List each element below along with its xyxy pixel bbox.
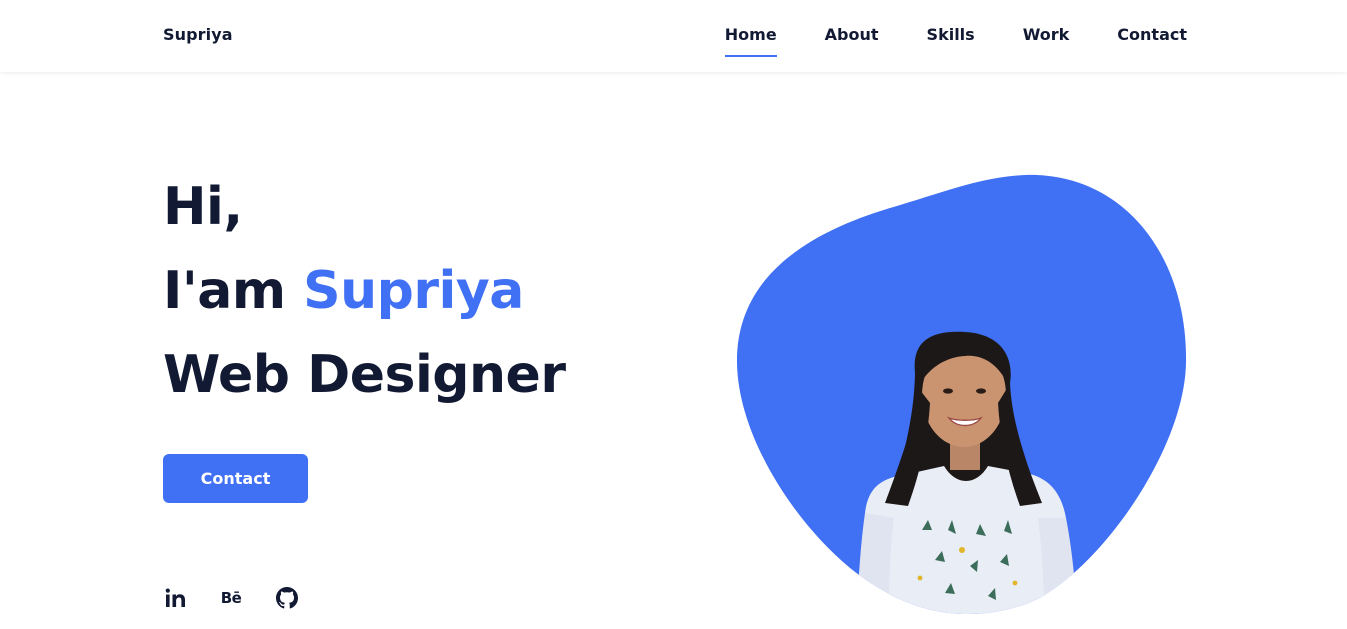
hero-intro: I'am bbox=[163, 261, 304, 321]
nav-link-home[interactable]: Home bbox=[724, 0, 777, 72]
nav-link-contact[interactable]: Contact bbox=[1117, 0, 1187, 72]
social-links: Bē bbox=[163, 586, 331, 610]
github-link[interactable] bbox=[275, 586, 299, 610]
contact-button[interactable]: Contact bbox=[163, 454, 308, 503]
hero-title: Hi, I'am Supriya Web Designer bbox=[163, 165, 566, 417]
site-logo[interactable]: Supriya bbox=[163, 25, 233, 44]
hero-name: Supriya bbox=[303, 261, 524, 321]
linkedin-icon bbox=[165, 588, 185, 607]
site-header: Supriya Home About Skills Work Contact bbox=[0, 0, 1347, 72]
nav-link-about[interactable]: About bbox=[825, 0, 879, 72]
behance-link[interactable]: Bē bbox=[219, 586, 243, 610]
hero-role: Web Designer bbox=[163, 345, 566, 405]
hero-image-blob bbox=[730, 168, 1200, 629]
nav-link-skills[interactable]: Skills bbox=[927, 0, 975, 72]
main-nav: Home About Skills Work Contact bbox=[677, 0, 1187, 72]
nav-link-work[interactable]: Work bbox=[1023, 0, 1070, 72]
linkedin-link[interactable] bbox=[163, 586, 187, 610]
github-icon bbox=[276, 587, 298, 609]
behance-icon: Bē bbox=[220, 589, 242, 607]
hero-greeting: Hi, bbox=[163, 177, 243, 237]
